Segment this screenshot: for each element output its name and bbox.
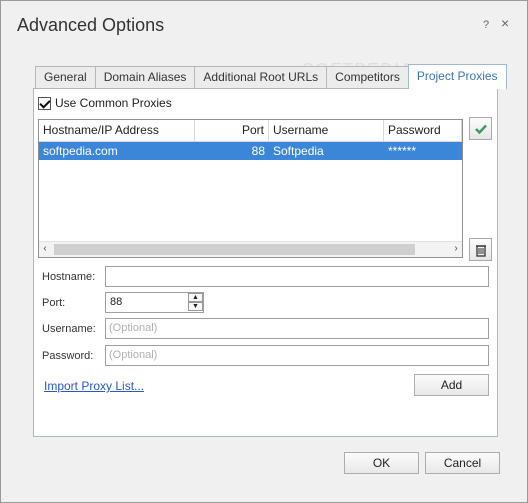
column-header-username[interactable]: Username: [269, 120, 384, 141]
apply-proxy-button[interactable]: [469, 117, 492, 140]
scroll-right-icon[interactable]: ›: [450, 243, 462, 254]
tab-project-proxies[interactable]: Project Proxies: [407, 64, 507, 89]
add-button[interactable]: Add: [414, 374, 489, 396]
delete-proxy-button[interactable]: [469, 238, 492, 261]
username-label: Username:: [42, 323, 96, 335]
use-common-proxies-label: Use Common Proxies: [55, 96, 172, 110]
tab-domain-aliases[interactable]: Domain Aliases: [94, 66, 196, 88]
password-field[interactable]: (Optional): [105, 345, 489, 366]
row-hostname: softpedia.com: [43, 144, 118, 158]
column-header-password[interactable]: Password: [384, 120, 462, 141]
horizontal-scrollbar[interactable]: ‹ ›: [39, 241, 462, 257]
proxy-table[interactable]: Hostname/IP Address Port Username Passwo…: [38, 119, 463, 258]
column-header-hostname[interactable]: Hostname/IP Address: [39, 120, 195, 141]
username-field[interactable]: (Optional): [105, 318, 489, 339]
hostname-label: Hostname:: [42, 271, 96, 283]
tab-strip: General Domain Aliases Additional Root U…: [35, 64, 507, 89]
row-password: ******: [388, 144, 417, 158]
password-label: Password:: [42, 350, 94, 362]
scroll-left-icon[interactable]: ‹: [39, 243, 51, 254]
spin-down-icon[interactable]: ▼: [188, 302, 203, 311]
trash-icon: [475, 244, 486, 257]
port-value: 88: [110, 296, 123, 308]
tab-general[interactable]: General: [35, 66, 96, 88]
tab-additional-root-urls[interactable]: Additional Root URLs: [194, 66, 328, 88]
project-proxies-panel: Use Common Proxies Hostname/IP Address P…: [33, 88, 498, 437]
help-button[interactable]: ?: [483, 19, 489, 31]
ok-button[interactable]: OK: [344, 452, 419, 474]
close-button[interactable]: ×: [501, 15, 509, 31]
cancel-button[interactable]: Cancel: [425, 452, 500, 474]
table-header: Hostname/IP Address Port Username Passwo…: [39, 120, 462, 142]
row-port: 88: [251, 144, 265, 158]
port-label: Port:: [42, 297, 66, 309]
port-spinbox[interactable]: 88 ▲ ▼: [105, 292, 204, 313]
row-username: Softpedia: [273, 144, 324, 158]
import-proxy-list-link[interactable]: Import Proxy List...: [44, 379, 144, 393]
tab-competitors[interactable]: Competitors: [326, 66, 409, 88]
check-icon: [474, 124, 487, 134]
port-spinner-buttons[interactable]: ▲ ▼: [188, 293, 203, 312]
column-header-port[interactable]: Port: [195, 120, 269, 141]
window-title: Advanced Options: [17, 15, 165, 35]
spin-up-icon[interactable]: ▲: [188, 293, 203, 302]
scrollbar-thumb[interactable]: [54, 244, 415, 255]
hostname-field[interactable]: [105, 266, 489, 287]
use-common-proxies-checkbox[interactable]: [38, 96, 51, 110]
table-row[interactable]: softpedia.com 88 Softpedia ******: [39, 142, 462, 160]
advanced-options-dialog: Advanced Options ? × SOFTPEDIA General D…: [0, 0, 528, 503]
use-common-proxies-row[interactable]: Use Common Proxies: [38, 96, 172, 110]
